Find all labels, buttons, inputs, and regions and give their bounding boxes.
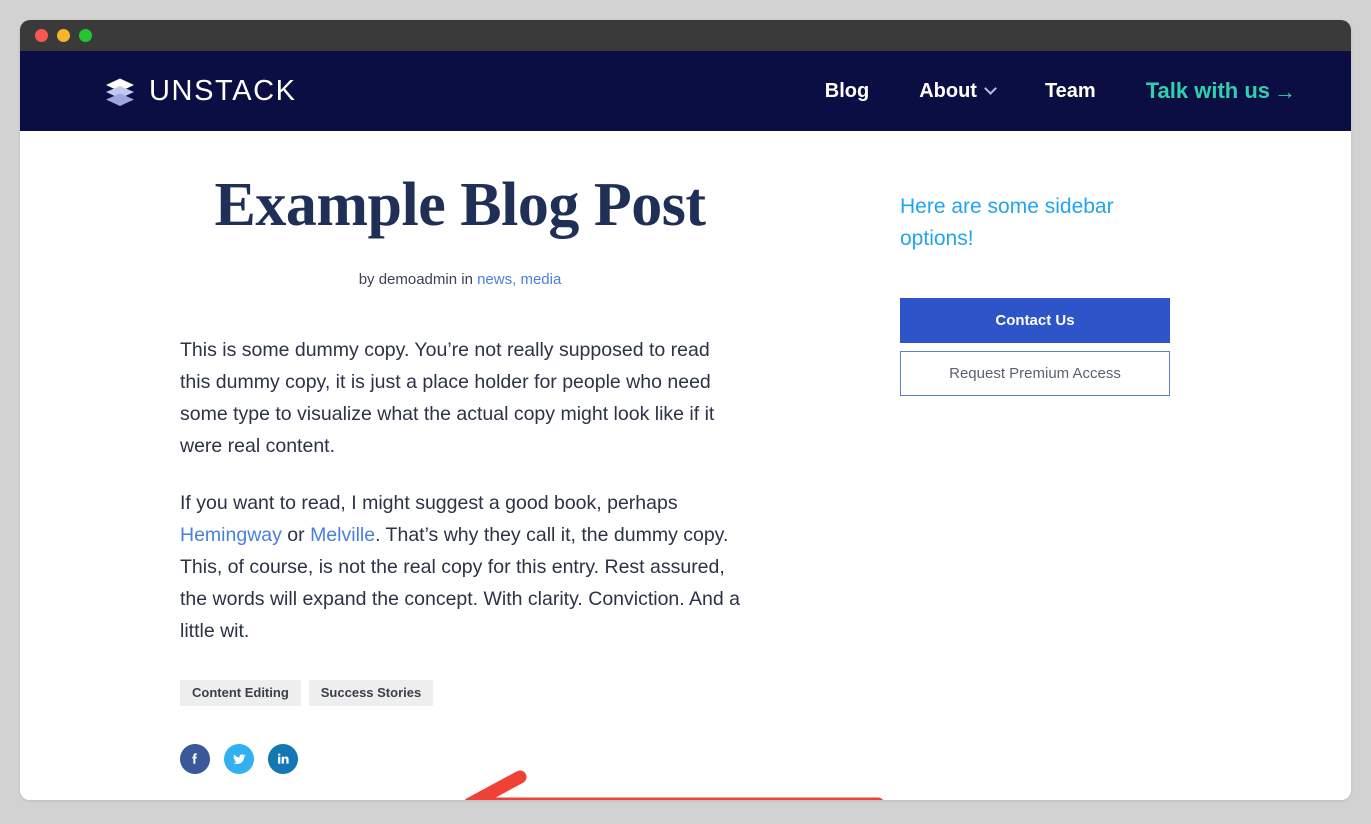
window-close-button[interactable] bbox=[35, 29, 48, 42]
talk-with-us-cta[interactable]: Talk with us → bbox=[1121, 78, 1296, 104]
share-twitter-button[interactable] bbox=[224, 744, 254, 775]
site-header: UNSTACK Blog About Team Talk with us → bbox=[20, 51, 1351, 131]
contact-us-button[interactable]: Contact Us bbox=[900, 298, 1170, 343]
melville-link[interactable]: Melville bbox=[310, 524, 375, 546]
facebook-icon bbox=[192, 753, 197, 764]
window-maximize-button[interactable] bbox=[79, 29, 92, 42]
sidebar-buttons: Contact Us Request Premium Access bbox=[900, 298, 1170, 396]
nav-item-blog[interactable]: Blog bbox=[800, 80, 894, 103]
nav-item-blog-label: Blog bbox=[824, 79, 870, 102]
browser-titlebar bbox=[20, 20, 1351, 51]
chevron-down-icon bbox=[984, 81, 997, 95]
window-minimize-button[interactable] bbox=[57, 29, 70, 42]
tag-success-stories[interactable]: Success Stories bbox=[308, 680, 434, 707]
page-body: Example Blog Post by demoadmin in news, … bbox=[20, 131, 1351, 800]
social-share-row bbox=[20, 744, 900, 775]
brand-name: UNSTACK bbox=[149, 74, 297, 107]
brand-logo[interactable]: UNSTACK bbox=[104, 75, 297, 107]
page-title: Example Blog Post bbox=[214, 171, 706, 239]
linkedin-icon bbox=[278, 753, 289, 764]
nav-item-team[interactable]: Team bbox=[1020, 80, 1121, 103]
share-linkedin-button[interactable] bbox=[268, 744, 298, 775]
article-paragraph-1: This is some dummy copy. You’re not real… bbox=[180, 334, 740, 462]
paragraph-2-text-part-2: or bbox=[281, 524, 311, 547]
main-navigation: Blog About Team Talk with us → bbox=[800, 78, 1296, 104]
tag-content-editing[interactable]: Content Editing bbox=[180, 680, 301, 707]
request-premium-access-button[interactable]: Request Premium Access bbox=[900, 351, 1170, 396]
post-tags: Content Editing Success Stories bbox=[20, 680, 900, 707]
paragraph-2-text-part-1: If you want to read, I might suggest a g… bbox=[180, 492, 678, 515]
post-byline: by demoadmin in news, media bbox=[20, 271, 900, 288]
sidebar: Here are some sidebar options! Contact U… bbox=[900, 131, 1351, 396]
byline-author-text: by demoadmin in bbox=[358, 271, 478, 289]
nav-item-team-label: Team bbox=[1044, 79, 1096, 102]
talk-with-us-label: Talk with us bbox=[1145, 78, 1270, 103]
arrow-right-icon: → bbox=[1274, 79, 1296, 104]
nav-item-about-label: About bbox=[919, 79, 977, 102]
stacked-layers-logo-icon bbox=[106, 78, 134, 106]
nav-item-about[interactable]: About bbox=[894, 80, 1020, 103]
share-facebook-button[interactable] bbox=[180, 744, 210, 775]
article-paragraph-2: If you want to read, I might suggest a g… bbox=[180, 487, 740, 647]
browser-window: UNSTACK Blog About Team Talk with us → E… bbox=[20, 20, 1351, 800]
sidebar-heading: Here are some sidebar options! bbox=[900, 195, 1114, 250]
article-column: Example Blog Post by demoadmin in news, … bbox=[20, 131, 900, 775]
article-body: This is some dummy copy. You’re not real… bbox=[20, 334, 900, 647]
byline-categories-link[interactable]: news, media bbox=[477, 271, 561, 288]
paragraph-1-text: This is some dummy copy. You’re not real… bbox=[180, 339, 715, 458]
hemingway-link[interactable]: Hemingway bbox=[180, 524, 282, 546]
twitter-icon bbox=[232, 753, 246, 764]
